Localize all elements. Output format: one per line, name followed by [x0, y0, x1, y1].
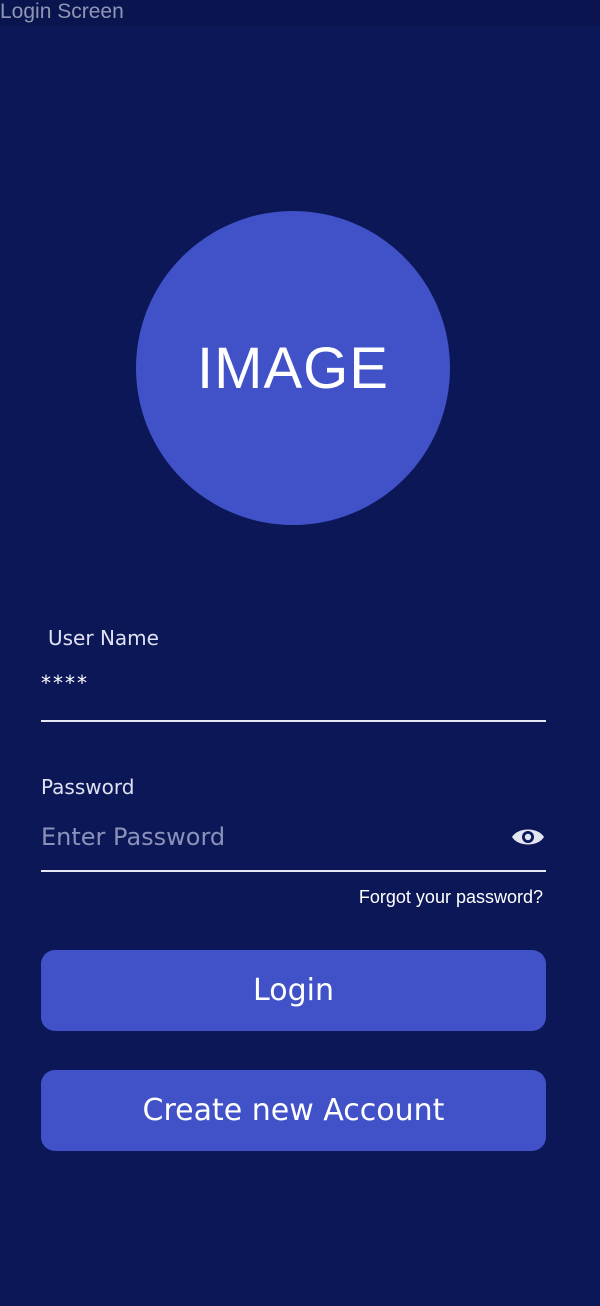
- login-button-label: Login: [253, 973, 334, 1008]
- avatar-text: IMAGE: [197, 335, 389, 401]
- username-label: User Name: [48, 626, 159, 650]
- username-underline: [41, 720, 546, 722]
- login-button[interactable]: Login: [41, 950, 546, 1031]
- password-label: Password: [41, 775, 135, 799]
- create-account-button-label: Create new Account: [142, 1093, 445, 1128]
- username-input[interactable]: ****: [41, 671, 89, 695]
- password-underline: [41, 870, 546, 872]
- eye-icon[interactable]: [510, 822, 546, 852]
- window-title: Login Screen: [0, 0, 600, 26]
- forgot-password-link[interactable]: Forgot your password?: [359, 887, 543, 908]
- create-account-button[interactable]: Create new Account: [41, 1070, 546, 1151]
- avatar-image-placeholder: IMAGE: [136, 211, 450, 525]
- login-screen: IMAGE User Name **** Password Forgot you…: [0, 26, 600, 1306]
- password-input[interactable]: [41, 818, 496, 856]
